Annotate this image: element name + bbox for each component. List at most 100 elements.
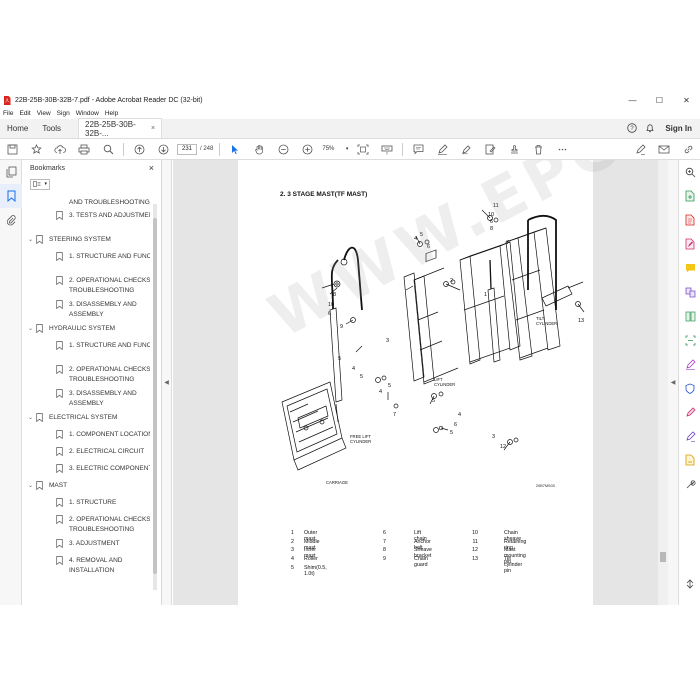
collapse-left-panel-handle[interactable]: ◀: [162, 160, 172, 605]
bookmark-item[interactable]: 2. OPERATIONAL CHECKS AND TROUBLESHOOTIN…: [48, 276, 150, 296]
close-panel-icon[interactable]: ×: [149, 163, 154, 173]
fill-sign-icon[interactable]: [478, 139, 502, 160]
legend-label: Shim(0.5, 1.0t): [304, 564, 327, 577]
search-icon[interactable]: [96, 139, 120, 160]
protect-shield-icon[interactable]: [679, 376, 700, 400]
comment-tool-icon[interactable]: [679, 256, 700, 280]
combine-files-icon[interactable]: [679, 280, 700, 304]
bookmarks-scrollbar[interactable]: [150, 198, 160, 598]
bookmark-item[interactable]: AND TROUBLESHOOTING: [48, 198, 150, 208]
tab-close-icon[interactable]: ×: [151, 125, 155, 132]
minimize-button[interactable]: —: [619, 93, 646, 107]
page-number-input[interactable]: 231: [177, 143, 197, 155]
bookmark-section[interactable]: ⌄ STEERING SYSTEM: [28, 235, 149, 245]
bookmark-item[interactable]: 3. TESTS AND ADJUSTMENTS: [48, 211, 150, 221]
notifications-bell-icon[interactable]: [641, 123, 659, 133]
keyboard-icon[interactable]: [375, 139, 399, 160]
svg-text:4: 4: [379, 389, 382, 395]
legend-number: 13: [472, 556, 478, 563]
hand-tool-icon[interactable]: [247, 139, 271, 160]
bookmark-section[interactable]: ⌄ ELECTRICAL SYSTEM: [28, 413, 149, 423]
edit-pdf-icon[interactable]: [679, 232, 700, 256]
bookmark-item[interactable]: 3. ELECTRIC COMPONENTS: [48, 464, 150, 474]
tab-home[interactable]: Home: [0, 118, 35, 138]
bookmark-section[interactable]: ⌄ MAST: [28, 481, 149, 491]
fit-page-icon[interactable]: [351, 139, 375, 160]
menu-edit[interactable]: Edit: [19, 110, 30, 117]
bookmark-item[interactable]: 4. REMOVAL AND INSTALLATION: [48, 556, 150, 576]
more-tools-wrench-icon[interactable]: [679, 472, 700, 496]
bookmark-item[interactable]: 3. ADJUSTMENT: [48, 539, 150, 549]
document-scrollbar[interactable]: [658, 160, 668, 605]
bookmark-item[interactable]: 2. OPERATIONAL CHECKS AND TROUBLESHOOTIN…: [48, 515, 150, 535]
help-icon[interactable]: ?: [623, 123, 641, 133]
draw-icon[interactable]: [454, 139, 478, 160]
bookmark-item[interactable]: 1. COMPONENT LOCATION: [48, 430, 150, 440]
zoom-out-icon[interactable]: [271, 139, 295, 160]
bookmark-item[interactable]: 2. ELECTRICAL CIRCUIT: [48, 447, 150, 457]
menu-file[interactable]: File: [3, 110, 13, 117]
bookmark-item[interactable]: 1. STRUCTURE AND FUNCTION: [48, 252, 150, 262]
send-for-signature-icon[interactable]: [679, 424, 700, 448]
create-pdf-icon[interactable]: [679, 208, 700, 232]
bookmark-item[interactable]: 3. DISASSEMBLY AND ASSEMBLY: [48, 300, 150, 320]
bookmark-star-icon[interactable]: [24, 139, 48, 160]
sign-in-button[interactable]: Sign In: [659, 124, 700, 133]
scrollbar-thumb[interactable]: [153, 218, 157, 574]
document-viewer[interactable]: 2. 3 STAGE MAST(TF MAST) 11 10 6 8 7 5 4…: [173, 160, 658, 605]
tab-tools[interactable]: Tools: [35, 118, 68, 138]
document-scrollbar-thumb[interactable]: [660, 552, 666, 562]
menu-view[interactable]: View: [37, 110, 51, 117]
more-tools-icon[interactable]: [550, 139, 574, 160]
bookmark-section[interactable]: ⌄ HYDRAULIC SYSTEM: [28, 324, 149, 334]
delete-trash-icon[interactable]: [526, 139, 550, 160]
fill-sign-tool-icon[interactable]: [679, 352, 700, 376]
print-icon[interactable]: [72, 139, 96, 160]
export-pdf-icon[interactable]: [679, 184, 700, 208]
collapse-right-panel-handle[interactable]: ◀: [668, 160, 678, 605]
next-page-icon[interactable]: [151, 139, 175, 160]
bookmark-item[interactable]: 1. STRUCTURE: [48, 498, 150, 508]
tab-document[interactable]: 22B-25B-30B-32B-... ×: [78, 118, 163, 138]
menu-help[interactable]: Help: [105, 110, 118, 117]
menu-sign[interactable]: Sign: [57, 110, 70, 117]
bookmark-icon: [56, 276, 63, 285]
upload-cloud-icon[interactable]: [48, 139, 72, 160]
stamp-icon[interactable]: [502, 139, 526, 160]
part-code: 20B7MS03: [536, 484, 555, 488]
previous-page-icon[interactable]: [127, 139, 151, 160]
bookmark-item[interactable]: 1. STRUCTURE AND FUNCTION: [48, 341, 150, 351]
highlight-pen-icon[interactable]: [430, 139, 454, 160]
bookmark-options-dropdown[interactable]: ▾: [30, 178, 50, 190]
bookmark-item[interactable]: 2. OPERATIONAL CHECKS AND TROUBLESHOOTIN…: [48, 365, 150, 385]
attachments-paperclip-icon[interactable]: [0, 208, 22, 232]
select-cursor-icon[interactable]: [223, 139, 247, 160]
zoom-tool-icon[interactable]: [679, 160, 700, 184]
menu-window[interactable]: Window: [76, 110, 99, 117]
zoom-in-icon[interactable]: [295, 139, 319, 160]
expand-panel-icon[interactable]: [679, 572, 700, 596]
chevron-down-icon[interactable]: ⌄: [28, 482, 36, 489]
share-link-icon[interactable]: [676, 139, 700, 160]
save-icon[interactable]: [0, 139, 24, 160]
comment-icon[interactable]: [406, 139, 430, 160]
legend-label: Chain guard: [414, 556, 428, 569]
chevron-down-icon[interactable]: ⌄: [28, 236, 36, 243]
organize-pages-icon[interactable]: [679, 304, 700, 328]
chevron-down-icon[interactable]: ⌄: [28, 414, 36, 421]
chevron-down-icon[interactable]: ⌄: [28, 325, 36, 332]
bookmark-item[interactable]: 3. DISASSEMBLY AND ASSEMBLY: [48, 389, 150, 409]
close-window-button[interactable]: ✕: [673, 93, 700, 107]
maximize-button[interactable]: ☐: [646, 93, 673, 107]
bookmarks-panel-icon[interactable]: [0, 184, 22, 208]
svg-text:7: 7: [506, 240, 509, 246]
page-thumbnails-icon[interactable]: [0, 160, 22, 184]
scan-ocr-icon[interactable]: [679, 328, 700, 352]
email-icon[interactable]: [652, 139, 676, 160]
toolbar-divider: [402, 142, 404, 156]
sign-pen-icon[interactable]: [628, 139, 652, 160]
bookmark-icon: [56, 464, 63, 473]
redact-icon[interactable]: [679, 400, 700, 424]
zoom-level-dropdown[interactable]: 75% ▾: [322, 146, 348, 152]
stamp-tool-icon[interactable]: [679, 448, 700, 472]
